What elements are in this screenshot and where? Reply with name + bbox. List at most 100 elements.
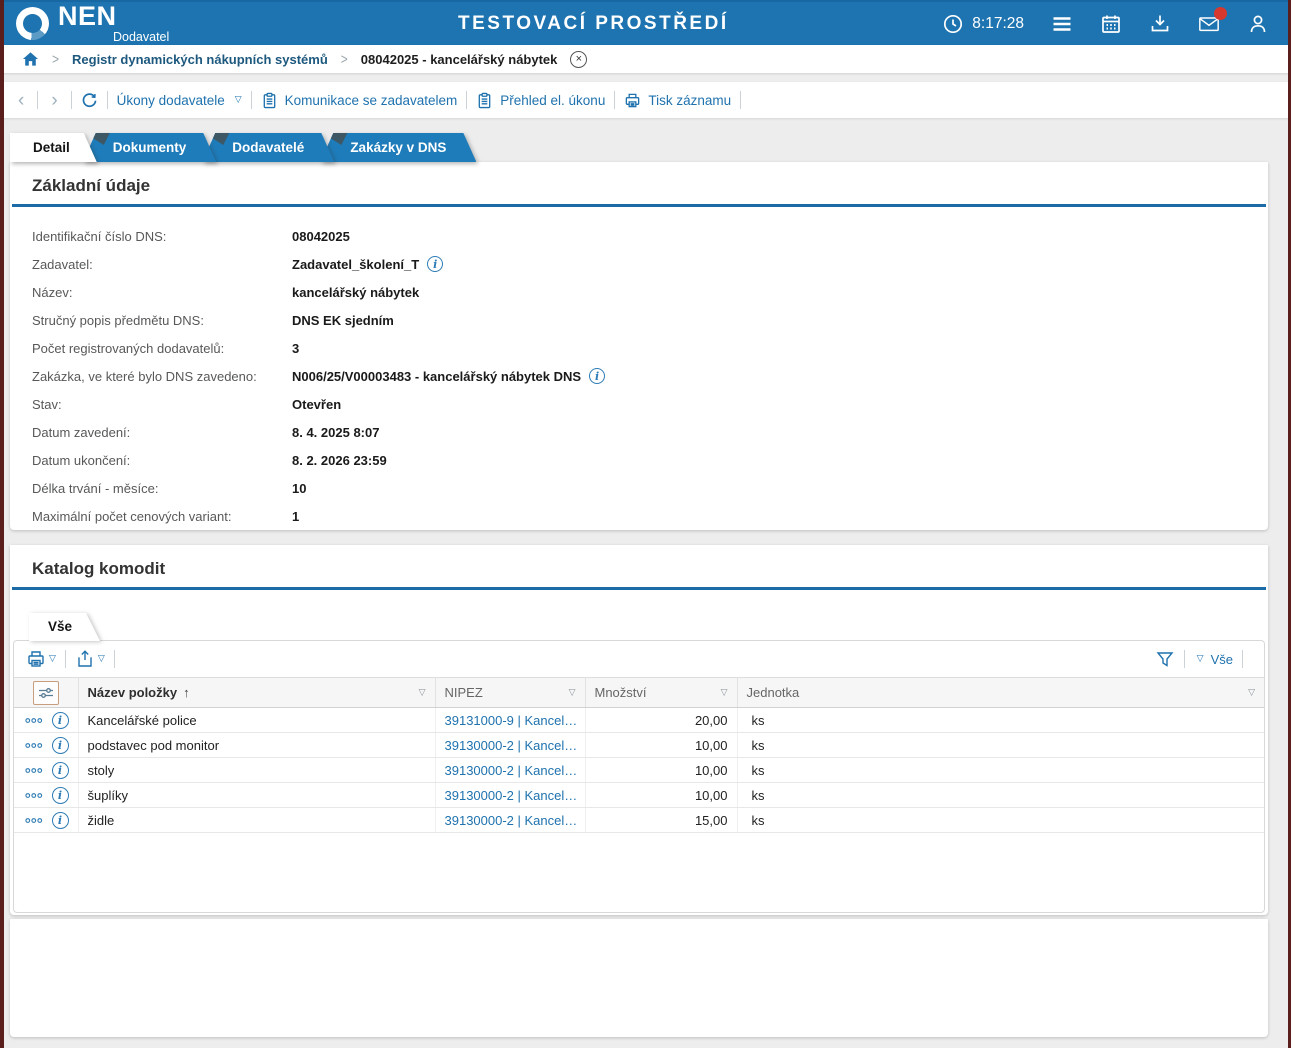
column-header-mnozstvi[interactable]: Množství ▽ xyxy=(585,678,737,708)
nipez-link[interactable]: 39131000-9 | Kancel… xyxy=(445,713,576,728)
info-icon[interactable]: i xyxy=(52,762,69,779)
section-title-catalog: Katalog komodit xyxy=(10,545,1268,579)
column-header-nazev[interactable]: Název položky ↑ ▽ xyxy=(78,678,435,708)
info-icon[interactable]: i xyxy=(52,712,69,729)
separator xyxy=(114,650,115,668)
info-icon[interactable]: i xyxy=(589,368,605,384)
nipez-link[interactable]: 39130000-2 | Kancel… xyxy=(445,763,576,778)
hamburger-menu-icon[interactable] xyxy=(1051,13,1073,35)
field-label: Zadavatel: xyxy=(32,257,292,272)
separator xyxy=(466,91,467,109)
export-icon[interactable] xyxy=(75,649,95,669)
breadcrumb-item-current: 08042025 - kancelářský nábytek xyxy=(361,52,558,67)
column-header-jednotka[interactable]: Jednotka ▽ xyxy=(737,678,1264,708)
column-header-nipez[interactable]: NIPEZ ▽ xyxy=(435,678,585,708)
quantity-cell: 10,00 xyxy=(585,733,737,758)
column-filter-icon[interactable]: ▽ xyxy=(1248,687,1255,698)
dropdown-triangle-icon[interactable]: ▽ xyxy=(98,653,105,664)
unit-cell: ks xyxy=(737,758,1264,783)
table-row: i židle 39130000-2 | Kancel… 15,00 ks xyxy=(14,808,1264,833)
printer-icon xyxy=(624,92,641,109)
field-row: Maximální počet cenových variant: 1 i xyxy=(32,502,1246,530)
close-record-icon[interactable]: × xyxy=(570,51,587,68)
tab-detail[interactable]: Detail xyxy=(10,133,97,162)
separator xyxy=(251,91,252,109)
user-icon[interactable] xyxy=(1247,13,1269,35)
basic-info-panel: Základní údaje Identifikační číslo DNS: … xyxy=(10,162,1268,530)
notification-badge xyxy=(1214,7,1227,20)
item-name-cell: židle xyxy=(78,808,435,833)
grid-toolbar: ▽ ▽ ▽ Vše xyxy=(14,641,1264,677)
breadcrumb-item-registr[interactable]: Registr dynamických nákupních systémů xyxy=(72,52,328,67)
breadcrumb: > Registr dynamických nákupních systémů … xyxy=(0,45,1291,73)
nipez-link[interactable]: 39130000-2 | Kancel… xyxy=(445,813,576,828)
sort-asc-icon: ↑ xyxy=(183,685,190,700)
item-name-cell: podstavec pod monitor xyxy=(78,733,435,758)
column-filter-icon[interactable]: ▽ xyxy=(721,687,728,698)
row-menu-dots-icon[interactable] xyxy=(25,817,43,824)
dropdown-triangle-icon[interactable]: ▽ xyxy=(49,653,56,664)
table-row: i Kancelářské police 39131000-9 | Kancel… xyxy=(14,708,1264,733)
column-filter-icon[interactable]: ▽ xyxy=(569,687,576,698)
row-menu-dots-icon[interactable] xyxy=(25,792,43,799)
field-row: Název: kancelářský nábytek i xyxy=(32,278,1246,306)
info-icon[interactable]: i xyxy=(52,787,69,804)
field-row: Stav: Otevřen i xyxy=(32,390,1246,418)
mail-button[interactable] xyxy=(1198,13,1220,35)
info-icon[interactable]: i xyxy=(52,812,69,829)
window-frame-left xyxy=(0,0,4,1048)
row-menu-dots-icon[interactable] xyxy=(25,742,43,749)
ukony-dodavatele-menu[interactable]: Úkony dodavatele ▽ xyxy=(117,93,242,108)
funnel-filter-icon[interactable] xyxy=(1155,649,1175,669)
separator xyxy=(37,91,38,109)
field-value: 08042025 xyxy=(292,229,350,244)
info-icon[interactable]: i xyxy=(427,256,443,272)
tab-zakazky-v-dns[interactable]: Zakázky v DNS xyxy=(320,133,476,162)
nipez-link[interactable]: 39130000-2 | Kancel… xyxy=(445,788,576,803)
home-icon[interactable] xyxy=(22,51,39,67)
nav-forward-button[interactable]: › xyxy=(47,91,61,110)
info-icon[interactable]: i xyxy=(52,737,69,754)
column-settings-icon[interactable] xyxy=(33,681,59,705)
app-header: NEN Dodavatel TESTOVACÍ PROSTŘEDÍ 8:17:2… xyxy=(0,0,1291,45)
unit-cell: ks xyxy=(737,733,1264,758)
grid-empty-area xyxy=(14,833,1264,912)
tab-dokumenty[interactable]: Dokumenty xyxy=(83,133,217,162)
printer-icon[interactable] xyxy=(26,649,46,669)
row-menu-dots-icon[interactable] xyxy=(25,767,43,774)
nen-logo[interactable]: NEN Dodavatel xyxy=(16,3,169,44)
catalog-tab-vse[interactable]: Vše xyxy=(29,613,100,641)
clock-icon xyxy=(942,13,964,35)
unit-cell: ks xyxy=(737,808,1264,833)
session-clock: 8:17:28 xyxy=(942,13,1024,35)
row-menu-dots-icon[interactable] xyxy=(25,717,43,724)
field-label: Počet registrovaných dodavatelů: xyxy=(32,341,292,356)
breadcrumb-separator-icon: > xyxy=(341,50,348,68)
field-row: Zakázka, ve které bylo DNS zavedeno: N00… xyxy=(32,362,1246,390)
column-filter-icon[interactable]: ▽ xyxy=(419,687,426,698)
bottom-empty-panel xyxy=(10,919,1268,1037)
field-value: Zadavatel_školení_T xyxy=(292,257,419,272)
refresh-icon[interactable] xyxy=(81,92,98,109)
nipez-link-cell: 39130000-2 | Kancel… xyxy=(435,758,585,783)
nipez-link[interactable]: 39130000-2 | Kancel… xyxy=(445,738,576,753)
separator xyxy=(65,650,66,668)
calendar-icon[interactable] xyxy=(1100,13,1122,35)
quantity-cell: 10,00 xyxy=(585,783,737,808)
field-label: Název: xyxy=(32,285,292,300)
tisk-zaznamu-button[interactable]: Tisk záznamu xyxy=(624,92,731,109)
basic-info-fields: Identifikační číslo DNS: 08042025 i Zada… xyxy=(10,207,1268,530)
table-header-row: Název položky ↑ ▽ NIPEZ ▽ Množství xyxy=(14,678,1264,708)
item-name-cell: stoly xyxy=(78,758,435,783)
quantity-cell: 20,00 xyxy=(585,708,737,733)
komunikace-button[interactable]: Komunikace se zadavatelem xyxy=(261,92,458,109)
breadcrumb-separator-icon: > xyxy=(52,50,59,68)
filter-preset-dropdown[interactable]: ▽ Vše xyxy=(1194,652,1233,667)
prehled-ukonu-button[interactable]: Přehled el. úkonu xyxy=(476,92,605,109)
field-value: 10 xyxy=(292,481,306,496)
separator xyxy=(740,91,741,109)
tab-dodavatele[interactable]: Dodavatelé xyxy=(202,133,334,162)
download-icon[interactable] xyxy=(1149,13,1171,35)
nav-back-button[interactable]: ‹ xyxy=(14,91,28,110)
table-row: i stoly 39130000-2 | Kancel… 10,00 ks xyxy=(14,758,1264,783)
